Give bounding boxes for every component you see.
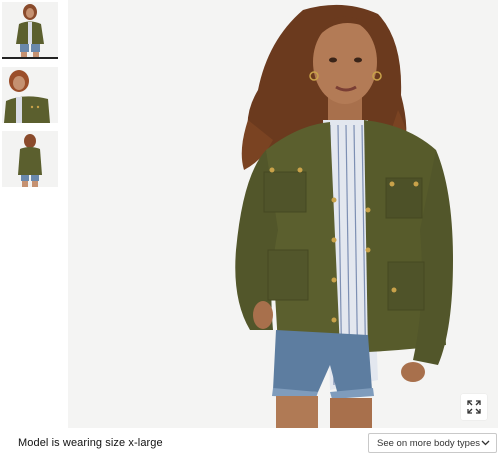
main-product-image[interactable] [68,0,498,428]
thumbnail-back[interactable] [2,131,58,187]
model-photo [68,0,498,428]
expand-icon [467,400,481,414]
chevron-down-icon [480,438,490,448]
thumbnail-front-image [2,2,58,57]
thumbnail-closeup[interactable] [2,67,58,123]
thumbnail-closeup-image [2,67,58,123]
thumbnail-back-image [2,131,58,187]
thumbnail-strip [2,2,58,195]
model-size-caption: Model is wearing size x-large [18,437,163,449]
thumbnail-front[interactable] [2,2,58,59]
body-types-select[interactable]: See on more body types [368,433,497,453]
expand-image-button[interactable] [461,394,487,420]
body-types-select-label: See on more body types [377,437,480,449]
